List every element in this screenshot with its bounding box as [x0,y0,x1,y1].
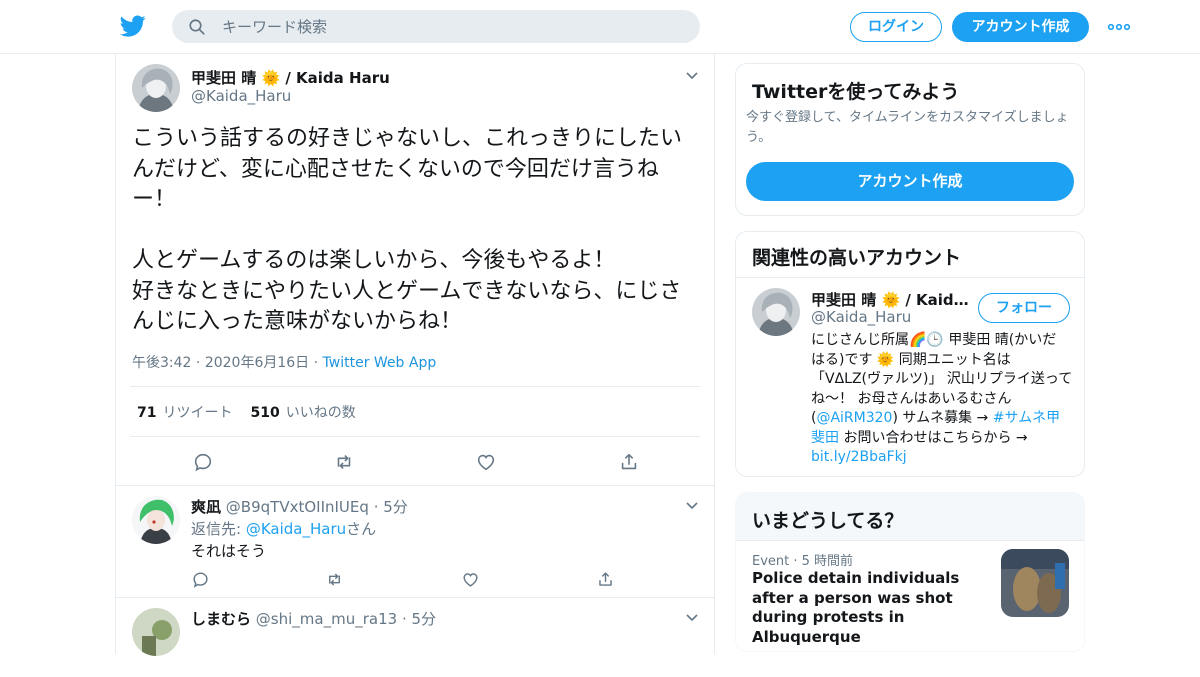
search-input[interactable] [222,10,682,43]
tweet-meta: 午後3:42 · 2020年6月16日 · Twitter Web App [132,355,437,371]
signup-card: Twitterを使ってみよう 今すぐ登録して、タイムラインをカスタマイズしましょ… [735,63,1085,216]
tweet-time[interactable]: 午後3:42 [132,355,191,371]
chevron-down-icon[interactable] [685,71,699,81]
trend-thumbnail[interactable] [1001,549,1069,617]
reply-header: 爽凪 @B9qTVxtOIInIUEq · 5分 [191,498,408,516]
related-account-bio: にじさんじ所属🌈🕒 甲斐田 晴(かいだ はる)です 🌞 同期ユニット名は「VΔL… [811,331,1073,468]
divider [130,386,700,387]
search-icon [189,19,205,35]
divider [130,436,700,437]
trend-context: Event · 5 時間前 [752,554,854,569]
bio-text: お問い合わせはこちらから → [839,429,1028,446]
reply-icon[interactable] [191,570,210,589]
reply-display-name[interactable]: 爽凪 [191,498,221,516]
author-handle[interactable]: @Kaida_Haru [191,87,291,105]
tweet-column: 甲斐田 晴 🌞 / Kaida Haru @Kaida_Haru こういう話する… [115,54,715,656]
follow-button[interactable]: フォロー [978,293,1070,323]
retweet-label: リツイート [162,405,233,421]
chevron-down-icon[interactable] [685,501,699,511]
tweet-date[interactable]: 2020年6月16日 [205,355,309,371]
reply-display-name[interactable]: しまむら [191,610,251,628]
like-heart-icon[interactable] [461,570,480,589]
trend-age: 5 時間前 [801,554,854,569]
divider [736,277,1084,278]
reply-tweet[interactable]: しまむら @shi_ma_mu_ra13 · 5分 [116,597,714,677]
related-card-title: 関連性の高いアカウント [752,247,962,269]
reply-header: しまむら @shi_ma_mu_ra13 · 5分 [191,610,437,628]
reply-author-avatar[interactable] [132,608,180,656]
reply-handle[interactable]: @B9qTVxtOIInIUEq [226,498,369,516]
trend-headline[interactable]: Police detain individuals after a person… [752,569,987,647]
search-box[interactable] [172,10,700,43]
whats-happening-card: いまどうしてる？ Event · 5 時間前 Police detain ind… [735,492,1085,652]
reply-icon[interactable] [192,451,214,473]
top-bar: ログイン アカウント作成 [0,0,1200,54]
login-button[interactable]: ログイン [850,12,942,42]
tweet-text: こういう話するの好きじゃないし、これっきりにしたいんだけど、変に心配させたくない… [132,126,683,334]
tweet-stats: 71 リツイート 510 いいねの数 [137,402,356,422]
retweet-icon[interactable] [333,451,355,473]
author-display-name[interactable]: 甲斐田 晴 🌞 / Kaida Haru [191,67,390,88]
reply-to-handle[interactable]: @Kaida_Haru [246,520,346,538]
bio-url-link[interactable]: bit.ly/2BbaFkj [811,449,907,465]
like-count: 510 [250,405,280,421]
create-account-button[interactable]: アカウント作成 [746,162,1074,201]
signup-button[interactable]: アカウント作成 [952,12,1089,42]
author-avatar[interactable] [132,64,180,112]
related-account-name[interactable]: 甲斐田 晴 🌞 / Kaida Haru [811,289,971,310]
twitter-bird-icon[interactable] [120,13,146,39]
reply-author-avatar[interactable] [132,496,180,544]
tweet-source[interactable]: Twitter Web App [323,355,437,371]
reply-to-suffix: さん [346,520,377,538]
retweet-count: 71 [137,405,157,421]
related-account-avatar[interactable] [752,288,800,336]
like-stat[interactable]: 510 いいねの数 [250,405,355,421]
trend-item[interactable]: Event · 5 時間前 Police detain individuals … [736,541,1084,651]
retweet-stat[interactable]: 71 リツイート [137,405,232,421]
bio-mention-link[interactable]: @AiRM320 [816,410,892,426]
reply-tweet[interactable]: 爽凪 @B9qTVxtOIInIUEq · 5分 返信先: @Kaida_Har… [116,485,714,597]
more-options-icon[interactable] [1107,20,1131,34]
reply-to-prefix: 返信先: [191,520,246,538]
bio-text: ) サムネ募集 → [892,410,993,426]
chevron-down-icon[interactable] [685,613,699,623]
related-accounts-card: 関連性の高いアカウント 甲斐田 晴 🌞 / Kaida Haru @Kaida_… [735,231,1085,477]
retweet-icon[interactable] [325,570,344,589]
signup-card-description: 今すぐ登録して、タイムラインをカスタマイズしましょう。 [746,110,1069,145]
like-heart-icon[interactable] [475,451,497,473]
reply-to-line: 返信先: @Kaida_Haruさん [191,518,376,539]
share-icon[interactable] [618,451,640,473]
reply-age[interactable]: 5分 [383,498,408,516]
related-account-handle[interactable]: @Kaida_Haru [811,308,911,326]
reply-handle[interactable]: @shi_ma_mu_ra13 [256,610,397,628]
share-icon[interactable] [596,570,615,589]
reply-age[interactable]: 5分 [411,610,436,628]
like-label: いいねの数 [285,405,356,421]
trends-card-title: いまどうしてる？ [752,510,904,532]
signup-card-title: Twitterを使ってみよう [752,81,960,103]
trend-category: Event [752,554,790,569]
reply-text: それはそう [191,542,267,560]
